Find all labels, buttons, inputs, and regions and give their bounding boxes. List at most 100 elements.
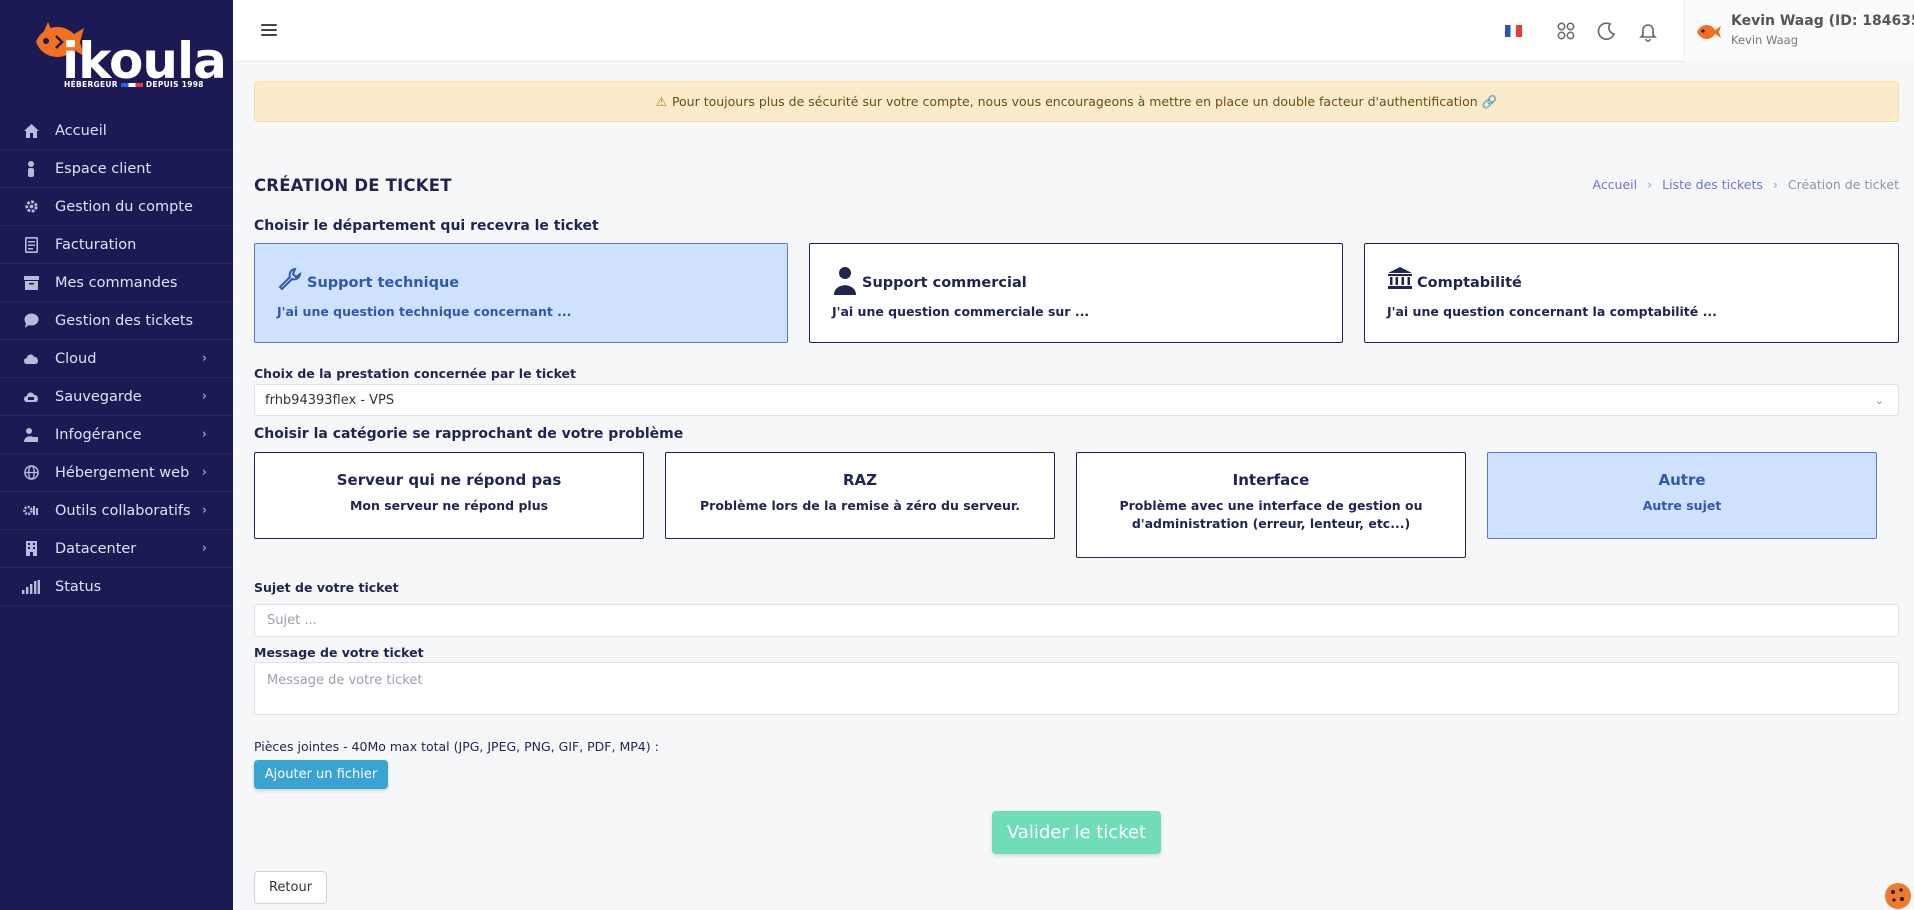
category-title: Interface xyxy=(1232,471,1310,489)
chevron-right-icon: › xyxy=(201,427,207,442)
department-title: Support technique xyxy=(307,275,460,291)
chevron-right-icon: › xyxy=(201,541,207,556)
department-desc: J'ai une question concernant la comptabi… xyxy=(1387,304,1717,319)
sidebar-item-outils-collaboratifs[interactable]: Outils collaboratifs › xyxy=(0,492,233,530)
subject-input[interactable] xyxy=(254,604,1899,637)
user-subname: Kevin Waag xyxy=(1731,33,1799,47)
sidebar-item-facturation[interactable]: Facturation xyxy=(0,226,233,264)
chat-icon xyxy=(22,312,40,330)
link-icon[interactable]: 🔗 xyxy=(1482,94,1498,110)
sidebar-item-gestion-compte[interactable]: Gestion du compte xyxy=(0,188,233,226)
user-menu[interactable]: Kevin Waag (ID: 184635) Kevin Waag xyxy=(1684,0,1914,62)
department-card-support-technique[interactable]: Support technique J'ai une question tech… xyxy=(254,243,788,343)
department-title: Comptabilité xyxy=(1417,275,1522,291)
sidebar-item-label: Facturation xyxy=(55,236,137,253)
apps-icon[interactable] xyxy=(1555,20,1577,42)
category-card-autre[interactable]: Autre Autre sujet xyxy=(1487,452,1877,539)
sidebar: ikoula HÉBERGEUR DEPUIS 1998 Accueil Espa… xyxy=(0,0,233,910)
invoice-icon xyxy=(22,236,40,254)
sidebar-item-label: Gestion des tickets xyxy=(55,312,194,329)
cookie-icon[interactable] xyxy=(1882,880,1912,910)
signal-icon xyxy=(22,578,40,596)
bank-icon xyxy=(1387,266,1413,292)
sidebar-item-cloud[interactable]: Cloud › xyxy=(0,340,233,378)
department-card-support-commercial[interactable]: Support commercial J'ai une question com… xyxy=(809,243,1343,343)
lock-person-icon xyxy=(22,426,40,444)
sidebar-item-hebergement-web[interactable]: Hébergement web › xyxy=(0,454,233,492)
department-label: Choisir le département qui recevra le ti… xyxy=(254,218,599,234)
department-title: Support commercial xyxy=(862,275,1027,291)
sidebar-item-label: Outils collaboratifs xyxy=(55,502,191,519)
subject-label: Sujet de votre ticket xyxy=(254,580,399,595)
wrench-icon xyxy=(277,266,303,292)
tools-icon xyxy=(22,502,40,520)
sidebar-item-label: Datacenter xyxy=(55,540,137,557)
breadcrumb-liste-tickets[interactable]: Liste des tickets xyxy=(1662,177,1763,192)
logo-tagline: HÉBERGEUR DEPUIS 1998 xyxy=(64,80,204,89)
category-desc: Problème avec une interface de gestion o… xyxy=(1119,498,1423,531)
chevron-right-icon: › xyxy=(201,389,207,404)
france-flag-icon[interactable] xyxy=(1505,25,1522,37)
sidebar-item-gestion-tickets[interactable]: Gestion des tickets xyxy=(0,302,233,340)
archive-icon xyxy=(22,274,40,292)
submit-ticket-button[interactable]: Valider le ticket xyxy=(992,811,1161,854)
page-title: CRÉATION DE TICKET xyxy=(254,176,452,195)
chevron-down-icon: ⌄ xyxy=(1874,394,1884,407)
ikoula-logo[interactable]: ikoula HÉBERGEUR DEPUIS 1998 xyxy=(28,12,227,92)
sidebar-item-mes-commandes[interactable]: Mes commandes xyxy=(0,264,233,302)
security-alert: ⚠ Pour toujours plus de sécurité sur vot… xyxy=(254,81,1899,122)
tricolor-flag-icon xyxy=(120,82,143,87)
category-title: RAZ xyxy=(842,471,878,489)
alert-text: Pour toujours plus de sécurité sur votre… xyxy=(671,94,1478,109)
service-label: Choix de la prestation concernée par le … xyxy=(254,366,577,381)
sidebar-nav: Accueil Espace client Gestion du compte … xyxy=(0,112,233,606)
sidebar-item-espace-client[interactable]: Espace client xyxy=(0,150,233,188)
category-label: Choisir la catégorie se rapprochant de v… xyxy=(254,426,684,442)
category-desc: Problème lors de la remise à zéro du ser… xyxy=(700,498,1020,513)
department-desc: J'ai une question technique concernant .… xyxy=(277,304,572,319)
menu-toggle-icon[interactable] xyxy=(261,23,279,37)
category-card-interface[interactable]: Interface Problème avec une interface de… xyxy=(1076,452,1466,558)
chevron-right-icon: › xyxy=(201,503,207,518)
category-card-raz[interactable]: RAZ Problème lors de la remise à zéro du… xyxy=(665,452,1055,539)
department-card-comptabilite[interactable]: Comptabilité J'ai une question concernan… xyxy=(1364,243,1899,343)
chevron-right-icon: › xyxy=(201,351,207,366)
gear-icon xyxy=(22,198,40,216)
breadcrumb-separator: › xyxy=(1772,177,1778,192)
sidebar-item-accueil[interactable]: Accueil xyxy=(0,112,233,150)
user-name: Kevin Waag (ID: 184635) xyxy=(1731,13,1914,29)
breadcrumb-accueil[interactable]: Accueil xyxy=(1592,177,1637,192)
breadcrumb: Accueil › Liste des tickets › Création de ti… xyxy=(1592,177,1899,192)
logo-tagline-right: DEPUIS 1998 xyxy=(145,80,204,89)
chevron-right-icon: › xyxy=(201,465,207,480)
sidebar-item-sauvegarde[interactable]: Sauvegarde › xyxy=(0,378,233,416)
service-select[interactable]: frhb94393flex - VPS ⌄ xyxy=(254,384,1899,416)
sidebar-item-label: Accueil xyxy=(55,122,107,139)
building-icon xyxy=(22,540,40,558)
sidebar-item-status[interactable]: Status xyxy=(0,568,233,606)
category-desc: Mon serveur ne répond plus xyxy=(349,498,549,513)
logo-tagline-left: HÉBERGEUR xyxy=(64,80,118,89)
bell-icon[interactable] xyxy=(1637,20,1659,42)
message-textarea[interactable] xyxy=(254,662,1899,715)
moon-icon[interactable] xyxy=(1596,20,1618,42)
backup-icon xyxy=(22,388,40,406)
topbar: Kevin Waag (ID: 184635) Kevin Waag xyxy=(233,0,1914,62)
sidebar-item-label: Mes commandes xyxy=(55,274,178,291)
ikoula-fish-icon xyxy=(1697,24,1721,40)
person-icon xyxy=(832,266,858,295)
globe-icon xyxy=(22,464,40,482)
category-card-serveur[interactable]: Serveur qui ne répond pas Mon serveur ne… xyxy=(254,452,644,539)
add-file-button[interactable]: Ajouter un fichier xyxy=(254,760,388,789)
sidebar-item-datacenter[interactable]: Datacenter › xyxy=(0,530,233,568)
person-icon xyxy=(22,160,40,178)
cloud-icon xyxy=(22,350,40,368)
back-button[interactable]: Retour xyxy=(254,871,327,904)
breadcrumb-separator: › xyxy=(1647,177,1653,192)
sidebar-item-infogerance[interactable]: Infogérance › xyxy=(0,416,233,454)
sidebar-item-label: Sauvegarde xyxy=(55,388,142,405)
sidebar-item-label: Cloud xyxy=(55,350,97,367)
sidebar-item-label: Hébergement web xyxy=(55,464,190,481)
breadcrumb-current: Création de ticket xyxy=(1787,177,1899,192)
sidebar-item-label: Espace client xyxy=(55,160,152,177)
